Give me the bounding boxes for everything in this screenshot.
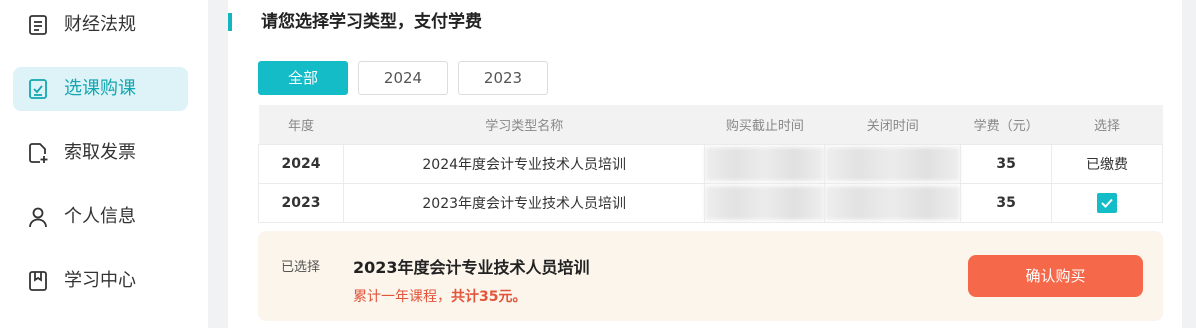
- sidebar: 财经法规 选课购课 索取发票 个人信息 学习中心: [0, 0, 208, 328]
- row-fee: 35: [960, 143, 1053, 183]
- sidebar-item-label: 索取发票: [64, 142, 136, 163]
- header-select: 选择: [1051, 105, 1163, 144]
- sidebar-item-course-select[interactable]: 选课购课: [13, 67, 188, 111]
- row-paid-status: 已缴费: [1051, 143, 1163, 183]
- sidebar-item-label: 个人信息: [64, 206, 136, 227]
- sidebar-item-label: 学习中心: [64, 270, 136, 291]
- user-icon: [29, 207, 47, 228]
- selected-label: 已选择: [281, 260, 321, 275]
- header-course-name: 学习类型名称: [343, 105, 705, 144]
- table-row: 2023 2023年度会计专业技术人员培训 35: [258, 182, 1163, 223]
- tab-all[interactable]: 全部: [258, 61, 348, 95]
- sidebar-item-profile[interactable]: 个人信息: [13, 195, 188, 239]
- header-fee: 学费（元）: [960, 105, 1052, 144]
- selected-course-name: 2023年度会计专业技术人员培训: [353, 258, 590, 277]
- year-tabs: 全部 2024 2023: [258, 61, 558, 95]
- header-deadline: 购买截止时间: [704, 105, 825, 144]
- header-year: 年度: [258, 105, 344, 144]
- table-row: 2024 2024年度会计专业技术人员培训 35 已缴费: [258, 143, 1163, 183]
- title-accent-bar: [228, 13, 232, 31]
- header-close-time: 关闭时间: [824, 105, 961, 144]
- select-checkbox[interactable]: [1097, 192, 1118, 213]
- bookmark-icon: [29, 271, 47, 291]
- sidebar-item-label: 选课购课: [64, 78, 136, 99]
- main-panel: 请您选择学习类型，支付学费 全部 2024 2023 年度 学习类型名称 购买截…: [228, 0, 1182, 328]
- row-select-cell: [1051, 182, 1163, 223]
- sidebar-item-study-center[interactable]: 学习中心: [13, 259, 188, 303]
- invoice-add-icon: [29, 143, 48, 163]
- tab-2023[interactable]: 2023: [458, 61, 548, 95]
- row-course-name: 2023年度会计专业技术人员培训: [343, 182, 706, 223]
- tab-2024[interactable]: 2024: [358, 61, 448, 95]
- sidebar-item-label: 财经法规: [64, 14, 136, 35]
- checkmark-icon: [1101, 198, 1113, 208]
- total-note-prefix: 累计一年课程，: [353, 289, 451, 305]
- table-header-row: 年度 学习类型名称 购买截止时间 关闭时间 学费（元） 选择: [258, 105, 1163, 144]
- confirm-purchase-button[interactable]: 确认购买: [968, 255, 1143, 297]
- course-table: 年度 学习类型名称 购买截止时间 关闭时间 学费（元） 选择 2024 2024…: [258, 105, 1163, 223]
- row-year: 2024: [258, 143, 344, 183]
- row-close-time-redacted: [824, 182, 962, 223]
- total-note-amount: 共计35元。: [451, 289, 527, 305]
- document-icon: [29, 15, 47, 35]
- row-close-time-redacted: [824, 143, 962, 183]
- selection-summary: 已选择 2023年度会计专业技术人员培训 累计一年课程，共计35元。 确认购买: [258, 231, 1163, 321]
- row-deadline-redacted: [704, 182, 826, 223]
- total-note: 累计一年课程，共计35元。: [353, 286, 526, 306]
- sidebar-item-regulations[interactable]: 财经法规: [13, 3, 188, 47]
- row-year: 2023: [258, 182, 344, 223]
- sidebar-item-invoice[interactable]: 索取发票: [13, 131, 188, 175]
- page-title: 请您选择学习类型，支付学费: [261, 12, 482, 32]
- row-course-name: 2024年度会计专业技术人员培训: [343, 143, 706, 183]
- row-fee: 35: [960, 182, 1053, 223]
- checklist-icon: [29, 79, 47, 99]
- row-deadline-redacted: [704, 143, 826, 183]
